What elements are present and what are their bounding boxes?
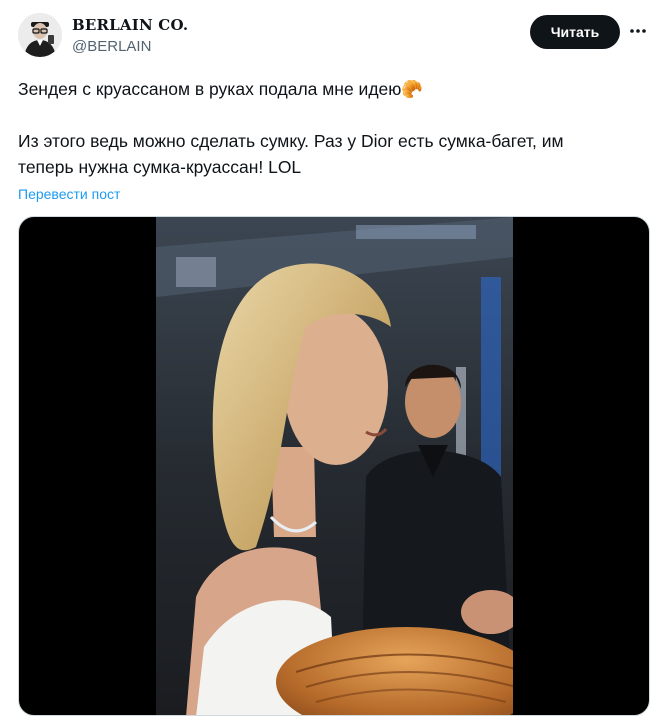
tweet-video[interactable] xyxy=(18,216,650,716)
tweet-line-1-text: Зендея с круассаном в руках подала мне и… xyxy=(18,79,402,99)
video-still-image xyxy=(156,217,513,715)
tweet-line-2: Из этого ведь можно сделать сумку. Раз у… xyxy=(18,131,564,151)
author-avatar[interactable] xyxy=(18,13,62,57)
more-options-button[interactable] xyxy=(624,17,652,45)
author-handle[interactable]: @BERLAIN xyxy=(72,38,151,55)
croissant-emoji: 🥐 xyxy=(401,79,424,99)
tweet-text: Зендея с круассаном в руках подала мне и… xyxy=(18,76,638,180)
follow-button[interactable]: Читать xyxy=(530,15,620,49)
more-horizontal-icon xyxy=(630,29,646,33)
author-name[interactable]: BERLAIN CO. xyxy=(72,16,188,34)
tweet-line-3: теперь нужна сумка-круассан! LOL xyxy=(18,157,302,177)
translate-post-link[interactable]: Перевести пост xyxy=(18,186,120,202)
video-frame xyxy=(156,217,513,715)
tweet-line-1: Зендея с круассаном в руках подала мне и… xyxy=(18,76,638,102)
avatar-portrait-icon xyxy=(18,13,62,57)
